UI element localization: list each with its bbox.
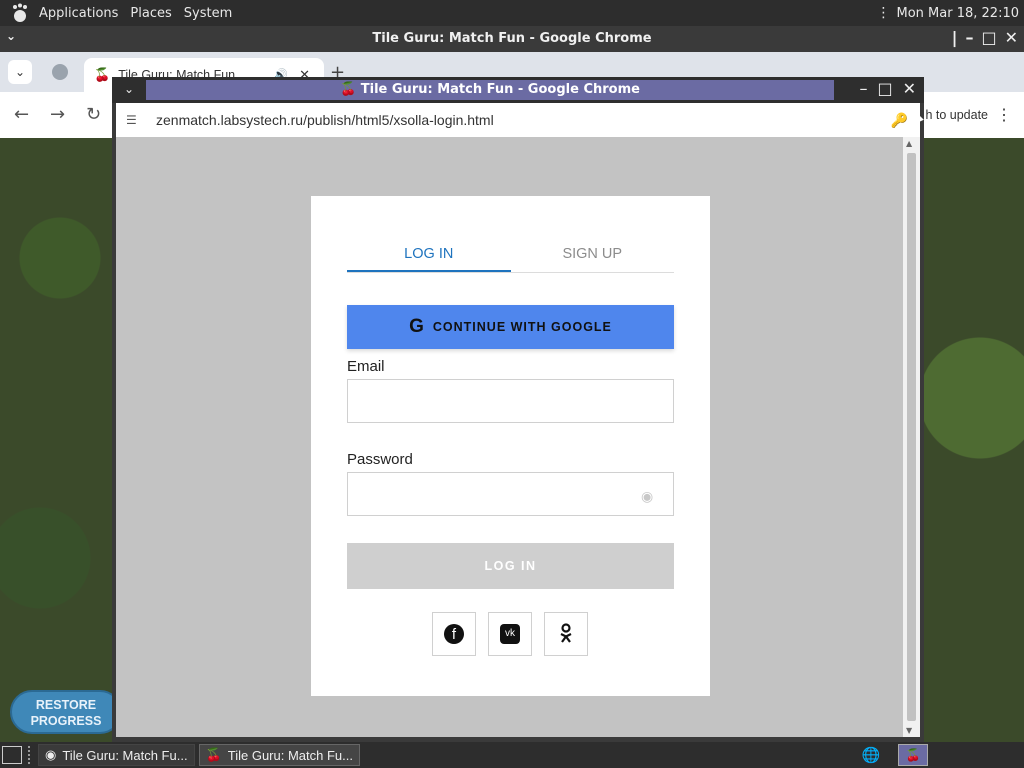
clock[interactable]: Mon Mar 18, 22:10	[897, 6, 1019, 21]
log-in-button[interactable]: LOG IN	[347, 543, 674, 589]
background-window-title: Tile Guru: Match Fun - Google Chrome	[372, 31, 652, 46]
popup-window: ⌄ 🍒 Tile Guru: Match Fun - Google Chrome…	[112, 77, 924, 742]
auth-tabs: LOG IN SIGN UP	[347, 240, 674, 273]
popup-window-menu-icon[interactable]: ⌄	[124, 82, 134, 96]
maximize-icon[interactable]: □	[981, 28, 996, 47]
vk-login-button[interactable]: vk	[488, 612, 532, 656]
taskbar-task-chrome[interactable]: ◉ Tile Guru: Match Fu...	[38, 744, 195, 766]
top-panel: Applications Places System ⋮ Mon Mar 18,…	[0, 0, 1024, 26]
network-globe-icon[interactable]: 🌐	[860, 744, 882, 766]
close-icon[interactable]: ✕	[903, 79, 916, 98]
update-chip[interactable]: h to update ⋮	[925, 100, 1012, 130]
taskbar: ◉ Tile Guru: Match Fu... 🍒 Tile Guru: Ma…	[0, 742, 1024, 768]
popup-scrollbar[interactable]: ▲ ▼	[903, 137, 920, 737]
cherry-icon: 🍒	[205, 747, 222, 762]
vertical-dots-icon[interactable]: ⋮	[877, 5, 891, 21]
system-menu[interactable]: System	[179, 6, 237, 21]
facebook-login-button[interactable]: f	[432, 612, 476, 656]
tab-log-in[interactable]: LOG IN	[347, 240, 511, 272]
url-text[interactable]: zenmatch.labsystech.ru/publish/html5/xso…	[156, 112, 494, 128]
back-icon[interactable]: ←	[14, 104, 29, 125]
taskbar-task-popup[interactable]: 🍒 Tile Guru: Match Fu...	[198, 744, 360, 766]
google-icon: G	[409, 316, 425, 337]
task-label: Tile Guru: Match Fu...	[62, 747, 188, 763]
inactive-tab-icon[interactable]	[52, 64, 68, 80]
task-label: Tile Guru: Match Fu...	[227, 747, 353, 763]
minimize-icon[interactable]: –	[965, 28, 973, 47]
show-desktop-icon[interactable]	[2, 746, 22, 764]
forward-icon[interactable]: →	[50, 104, 65, 125]
scroll-up-arrow-icon[interactable]: ▲	[906, 139, 912, 148]
popup-titlebar: ⌄ 🍒 Tile Guru: Match Fun - Google Chrome…	[112, 77, 924, 103]
email-field[interactable]	[347, 379, 674, 423]
taskbar-separator	[28, 746, 32, 764]
odnoklassniki-icon	[559, 622, 573, 646]
close-icon[interactable]: ✕	[1005, 28, 1018, 47]
update-label: h to update	[925, 108, 988, 122]
kebab-menu-icon[interactable]: ⋮	[996, 105, 1012, 125]
odnoklassniki-login-button[interactable]	[544, 612, 588, 656]
gnome-foot-icon[interactable]	[8, 2, 32, 24]
cherry-icon: 🍒	[94, 67, 111, 82]
window-controls: | – □ ✕	[952, 28, 1018, 47]
password-label: Password	[347, 451, 413, 468]
places-menu[interactable]: Places	[125, 6, 176, 21]
facebook-icon: f	[444, 624, 464, 644]
popup-title: 🍒 Tile Guru: Match Fun - Google Chrome	[146, 80, 834, 100]
continue-with-google-button[interactable]: G CONTINUE WITH GOOGLE	[347, 305, 674, 349]
background-window-titlebar: ⌄ Tile Guru: Match Fun - Google Chrome |…	[0, 26, 1024, 52]
login-card: LOG IN SIGN UP G CONTINUE WITH GOOGLE Em…	[311, 196, 710, 696]
reload-icon[interactable]: ↻	[86, 104, 101, 125]
applications-menu[interactable]: Applications	[34, 6, 123, 21]
scroll-down-arrow-icon[interactable]: ▼	[906, 726, 912, 735]
resize-divider-icon: |	[951, 28, 958, 47]
chrome-icon: ◉	[45, 747, 57, 762]
restore-progress-button[interactable]: RESTORE PROGRESS	[10, 690, 122, 734]
popup-content: LOG IN SIGN UP G CONTINUE WITH GOOGLE Em…	[116, 137, 903, 737]
scrollbar-thumb[interactable]	[907, 153, 916, 721]
minimize-icon[interactable]: –	[859, 79, 867, 98]
tab-sign-up[interactable]: SIGN UP	[511, 240, 675, 272]
key-icon[interactable]: 🔑	[891, 112, 908, 129]
show-password-eye-icon[interactable]: ◉	[641, 488, 653, 505]
vk-icon: vk	[500, 624, 520, 644]
google-button-label: CONTINUE WITH GOOGLE	[432, 320, 612, 334]
popup-title-text: Tile Guru: Match Fun - Google Chrome	[360, 82, 640, 97]
password-field[interactable]	[347, 472, 674, 516]
tab-search-icon[interactable]: ⌄	[8, 60, 32, 84]
email-label: Email	[347, 358, 385, 375]
maximize-icon[interactable]: □	[877, 79, 892, 98]
popup-window-controls: – □ ✕	[859, 79, 916, 98]
site-settings-icon[interactable]: ☰	[126, 113, 146, 127]
popup-address-bar[interactable]: ☰ zenmatch.labsystech.ru/publish/html5/x…	[116, 103, 920, 137]
workspace-switcher[interactable]: 🍒	[898, 744, 928, 766]
